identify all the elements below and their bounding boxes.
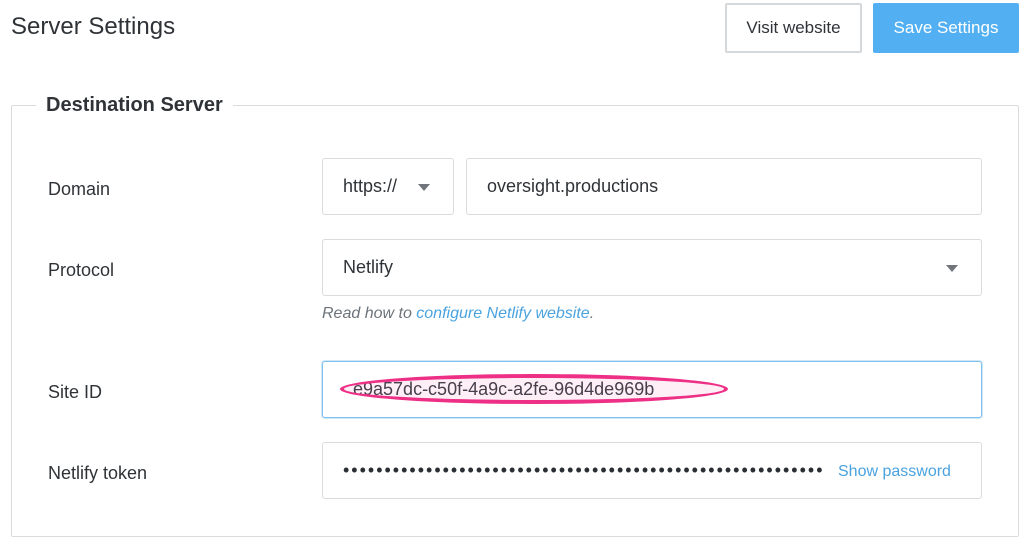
configure-netlify-link[interactable]: configure Netlify website [416, 305, 589, 322]
redaction-ellipse [340, 374, 728, 404]
protocol-help-text: Read how to configure Netlify website. [322, 305, 594, 323]
save-settings-button[interactable]: Save Settings [873, 3, 1019, 53]
fieldset-legend: Destination Server [36, 94, 233, 117]
chevron-down-icon [418, 184, 430, 191]
netlify-token-label: Netlify token [48, 463, 148, 483]
site-id-label: Site ID [48, 382, 103, 402]
server-settings-page: Server Settings Visit website Save Setti… [0, 0, 1024, 541]
help-suffix: . [589, 305, 595, 322]
scheme-select[interactable]: https:// [322, 158, 454, 215]
show-password-link[interactable]: Show password [838, 463, 951, 481]
domain-input[interactable]: oversight.productions [466, 158, 982, 215]
protocol-select[interactable]: Netlify [322, 239, 982, 296]
protocol-label: Protocol [48, 260, 115, 280]
page-title: Server Settings [11, 13, 176, 40]
visit-website-button[interactable]: Visit website [725, 3, 862, 53]
help-prefix: Read how to [322, 305, 417, 322]
protocol-value: Netlify [343, 257, 394, 277]
chevron-down-icon [946, 265, 958, 272]
scheme-value: https:// [343, 176, 398, 196]
domain-label: Domain [48, 179, 111, 199]
domain-value: oversight.productions [487, 176, 659, 196]
token-masked-value: ••••••••••••••••••••••••••••••••••••••••… [343, 460, 825, 480]
